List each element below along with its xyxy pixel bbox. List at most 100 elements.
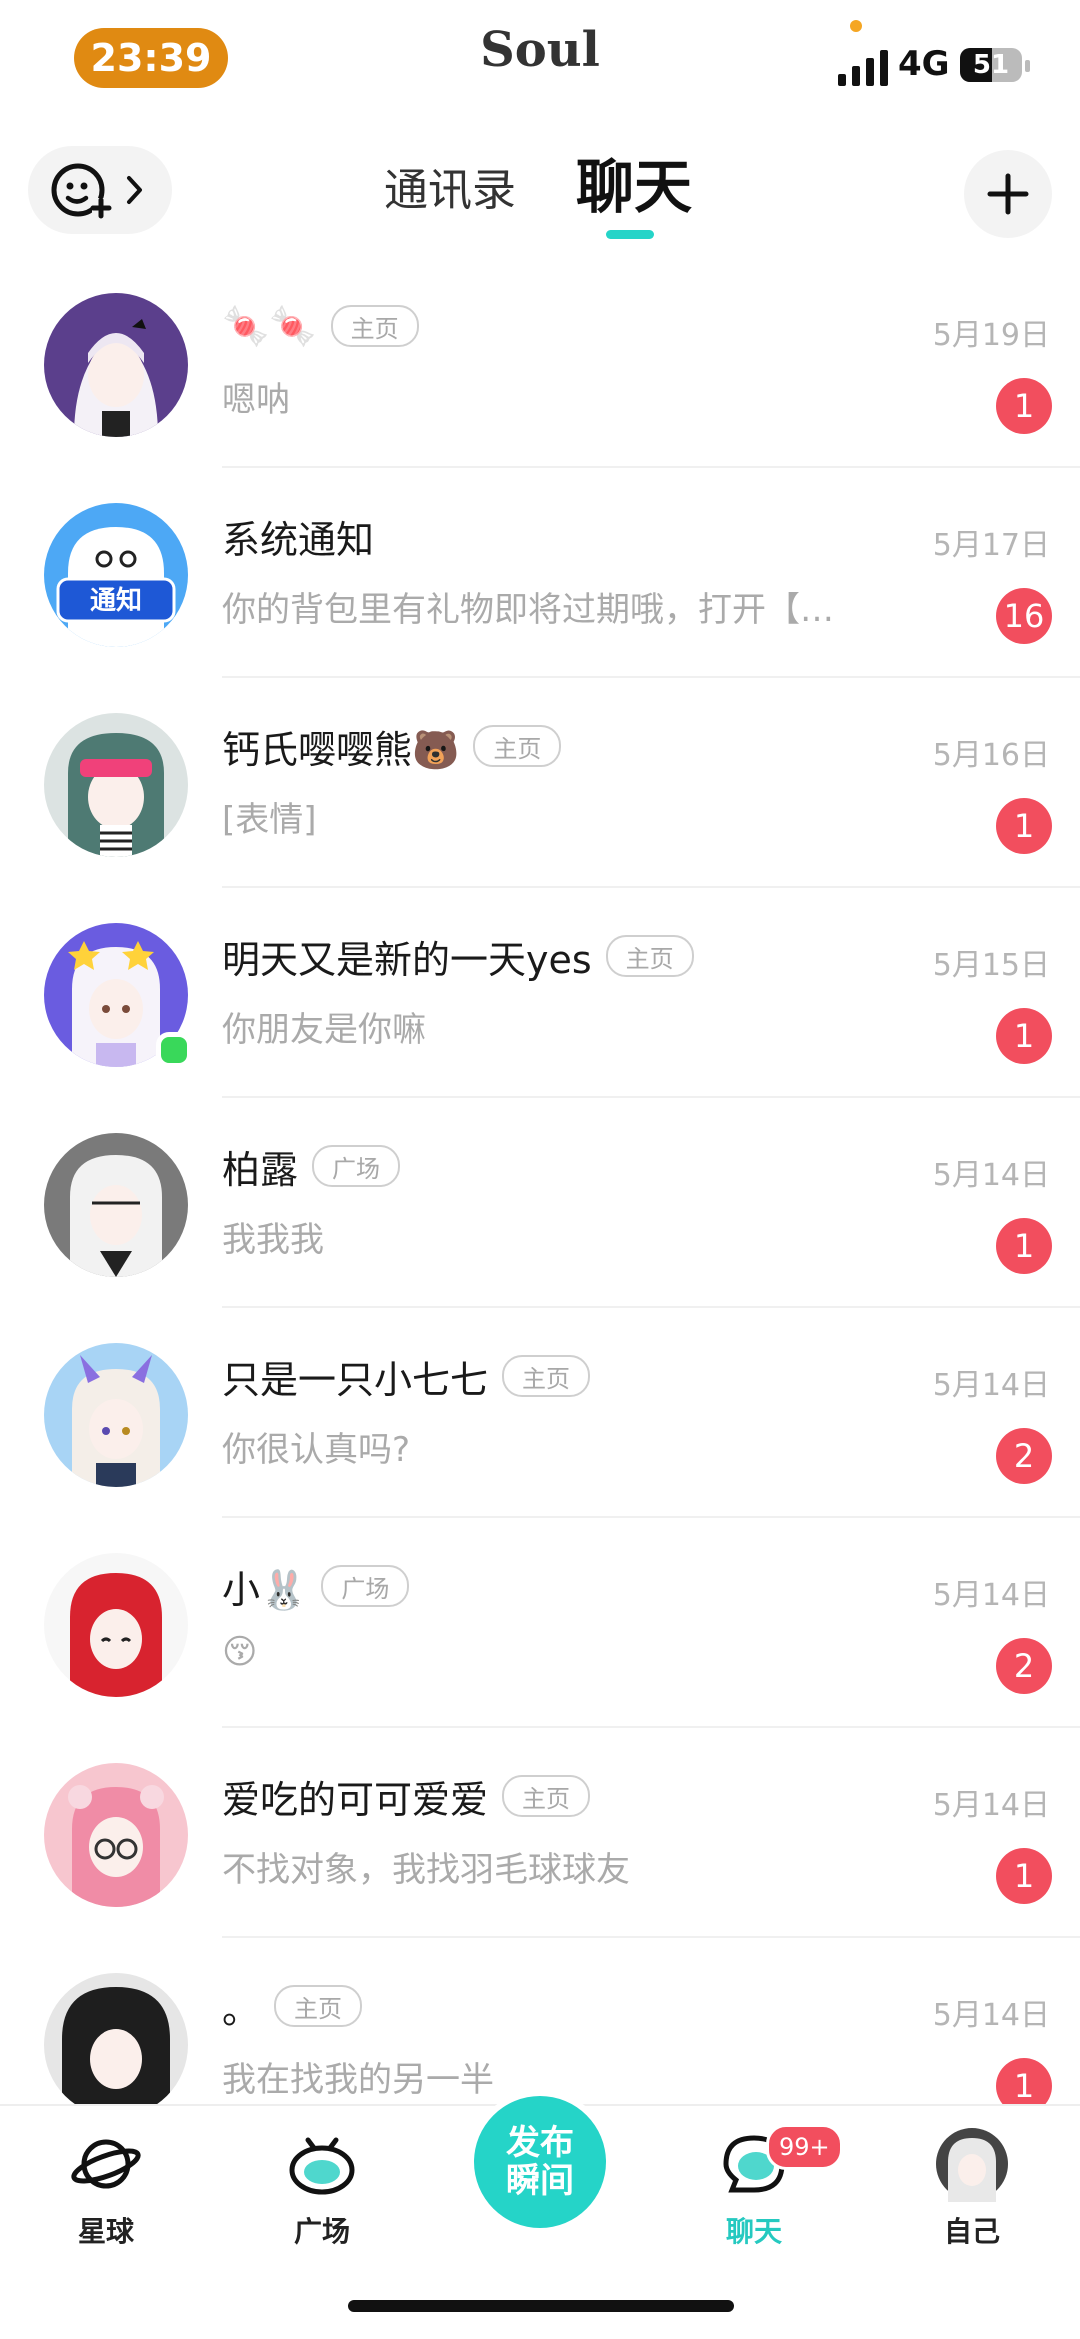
unread-badge: 1 [996,1848,1052,1904]
publish-moment-button[interactable]: 发布 瞬间 [474,2096,606,2228]
tab-contacts[interactable]: 通讯录 [384,154,516,218]
avatar[interactable] [44,1763,188,1907]
avatar-label: 通知 [90,586,142,616]
conversation-name-line: 系统通知 [222,508,374,564]
avatar [936,2128,1008,2202]
conversation-name-line: 柏露 广场 [222,1138,401,1194]
message-preview: 嗯呐 [222,380,290,420]
tab-chat[interactable]: 聊天 [576,140,692,224]
nav-me[interactable]: 自己 [912,2126,1032,2250]
nav-square[interactable]: 广场 [262,2126,382,2250]
message-date: 5月14日 [932,1788,1050,1823]
tab-active-indicator [606,230,654,239]
conversation-name-line: 小🐰 广场 [222,1558,410,1614]
avatar[interactable] [44,1343,188,1487]
unread-badge: 1 [996,798,1052,854]
nav-label: 星球 [77,2215,134,2248]
contact-name: 。 [222,1987,261,2032]
avatar[interactable] [44,293,188,437]
home-indicator [348,2300,734,2312]
contact-name: 明天又是新的一天yes [222,937,592,982]
unread-badge: 1 [996,1218,1052,1274]
message-date: 5月14日 [932,1158,1050,1193]
message-date: 5月16日 [932,738,1050,773]
conversation-list: 🍬🍬 主页 5月19日 嗯呐 1 通知 系统通知 5月17日 你的背包里有礼物即… [0,258,1080,2148]
nav-label: 自己 [943,2215,1000,2248]
planet-icon [71,2139,141,2189]
message-date: 5月19日 [932,318,1050,353]
battery-level: 51 [972,50,1010,80]
contact-name: 小🐰 [222,1567,308,1612]
network-type: 4G [898,44,950,84]
message-preview: 不找对象，我找羽毛球球友 [222,1850,630,1890]
signal-icon [838,50,888,86]
square-icon [289,2137,355,2195]
conversation-name-line: 🍬🍬 主页 [222,298,419,354]
message-date: 5月15日 [932,948,1050,983]
chat-unread-badge: 99+ [766,2124,843,2170]
conversation-row[interactable]: 🍬🍬 主页 5月19日 嗯呐 1 [0,258,1080,468]
contact-tag[interactable]: 主页 [502,1775,591,1817]
message-preview: 😚 [222,1632,258,1672]
privacy-dot-icon [850,20,862,32]
message-preview: 我在找我的另一半 [222,2060,494,2100]
nav-label: 聊天 [725,2215,782,2248]
contact-tag[interactable]: 广场 [312,1145,401,1187]
publish-label-2: 瞬间 [506,2161,574,2201]
add-friend-button[interactable] [28,146,172,234]
conversation-row[interactable]: 爱吃的可可爱爱 主页 5月14日 不找对象，我找羽毛球球友 1 [0,1728,1080,1938]
conversation-row[interactable]: 钙氏嘤嘤熊🐻 主页 5月16日 [表情] 1 [0,678,1080,888]
unread-badge: 2 [996,1638,1052,1694]
conversation-row[interactable]: 柏露 广场 5月14日 我我我 1 [0,1098,1080,1308]
nav-planet[interactable]: 星球 [46,2126,166,2250]
avatar[interactable] [44,1133,188,1277]
contact-tag[interactable]: 主页 [473,725,562,767]
contact-name: 只是一只小七七 [222,1357,489,1402]
conversation-name-line: 爱吃的可可爱爱 主页 [222,1768,591,1824]
contact-tag[interactable]: 主页 [605,935,694,977]
unread-badge: 2 [996,1428,1052,1484]
message-preview: 你很认真吗? [222,1430,411,1470]
contact-tag[interactable]: 主页 [502,1355,591,1397]
contact-tag[interactable]: 广场 [321,1565,410,1607]
message-date: 5月14日 [932,1998,1050,2033]
conversation-row[interactable]: 只是一只小七七 主页 5月14日 你很认真吗? 2 [0,1308,1080,1518]
contact-name: 系统通知 [222,517,375,562]
avatar[interactable] [44,713,188,857]
message-date: 5月14日 [932,1368,1050,1403]
online-status-dot [156,1032,192,1068]
chat-header: 通讯录 聊天 [0,120,1080,260]
plus-icon [987,173,1029,215]
battery-tip [1025,60,1030,72]
conversation-name-line: 钙氏嘤嘤熊🐻 主页 [222,718,562,774]
contact-name: 🍬🍬 [222,303,317,348]
add-button[interactable] [964,150,1052,238]
chevron-right-icon [127,176,142,204]
message-date: 5月14日 [932,1578,1050,1613]
conversation-row[interactable]: 通知 系统通知 5月17日 你的背包里有礼物即将过期哦，打开【… 16 [0,468,1080,678]
avatar[interactable] [44,1553,188,1697]
status-bar: 23:39 Soul 4G 51 [0,0,1080,120]
conversation-row[interactable]: 明天又是新的一天yes 主页 5月15日 你朋友是你嘛 1 [0,888,1080,1098]
publish-label-1: 发布 [506,2123,574,2163]
battery-icon: 51 [960,48,1022,82]
unread-badge: 16 [996,588,1052,644]
system-notice-avatar[interactable]: 通知 [44,503,188,647]
unread-badge: 1 [996,378,1052,434]
smiley-add-icon [51,163,112,219]
conversation-name-line: 只是一只小七七 主页 [222,1348,591,1404]
message-preview: 你的背包里有礼物即将过期哦，打开【… [222,590,834,630]
contact-name: 柏露 [222,1147,299,1192]
message-preview: [表情] [222,800,317,840]
conversation-name-line: 。 主页 [222,1978,363,2034]
message-preview: 你朋友是你嘛 [222,1010,426,1050]
message-preview: 我我我 [222,1220,324,1260]
contact-name: 钙氏嘤嘤熊🐻 [222,727,460,772]
conversation-row[interactable]: 小🐰 广场 5月14日 😚 2 [0,1518,1080,1728]
avatar[interactable] [44,1973,188,2117]
unread-badge: 1 [996,1008,1052,1064]
conversation-name-line: 明天又是新的一天yes 主页 [222,928,694,984]
contact-tag[interactable]: 主页 [274,1985,363,2027]
contact-tag[interactable]: 主页 [330,305,419,347]
message-date: 5月17日 [932,528,1050,563]
